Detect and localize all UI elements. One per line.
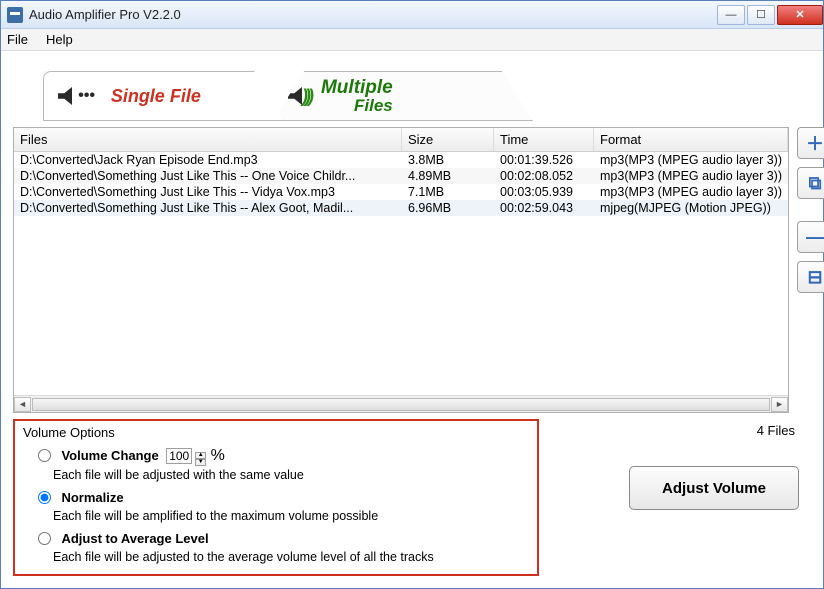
volume-change-label: Volume Change: [61, 448, 158, 463]
horizontal-scrollbar[interactable]: ◄ ►: [14, 395, 788, 412]
radio-average-level[interactable]: [38, 532, 51, 545]
speaker-icon: [288, 87, 302, 105]
cell-file: D:\Converted\Jack Ryan Episode End.mp3: [14, 153, 402, 167]
clear-list-button[interactable]: ⊟: [797, 261, 824, 293]
cell-size: 4.89MB: [402, 169, 494, 183]
remove-file-button[interactable]: —: [797, 221, 824, 253]
cell-file: D:\Converted\Something Just Like This --…: [14, 201, 402, 215]
adjust-volume-button[interactable]: Adjust Volume: [629, 466, 799, 510]
cell-size: 6.96MB: [402, 201, 494, 215]
table-row[interactable]: D:\Converted\Jack Ryan Episode End.mp33.…: [14, 152, 788, 168]
scroll-right-icon[interactable]: ►: [771, 397, 788, 412]
add-file-button[interactable]: ＋: [797, 127, 824, 159]
maximize-button[interactable]: ☐: [747, 5, 775, 25]
cell-time: 00:01:39.526: [494, 153, 594, 167]
file-list[interactable]: Files Size Time Format D:\Converted\Jack…: [13, 127, 789, 413]
volume-options-title: Volume Options: [23, 425, 529, 440]
waves-icon: ))): [302, 86, 311, 107]
cell-format: mp3(MP3 (MPEG audio layer 3)): [594, 185, 788, 199]
file-count-label: 4 Files: [757, 423, 795, 438]
table-row[interactable]: D:\Converted\Something Just Like This --…: [14, 184, 788, 200]
cell-time: 00:02:59.043: [494, 201, 594, 215]
cell-file: D:\Converted\Something Just Like This --…: [14, 185, 402, 199]
tab-single-file-label: Single File: [111, 86, 201, 107]
radio-normalize[interactable]: [38, 491, 51, 504]
titlebar[interactable]: Audio Amplifier Pro V2.2.0 — ☐ ✕: [1, 1, 823, 29]
average-level-label: Adjust to Average Level: [61, 531, 208, 546]
average-level-desc: Each file will be adjusted to the averag…: [53, 550, 529, 564]
minimize-button[interactable]: —: [717, 5, 745, 25]
tab-multiple-label-top: Multiple: [321, 78, 393, 97]
menubar: File Help: [1, 29, 823, 51]
normalize-label: Normalize: [61, 490, 123, 505]
speaker-icon: [58, 87, 72, 105]
radio-volume-change[interactable]: [38, 449, 51, 462]
header-format[interactable]: Format: [594, 128, 788, 151]
app-icon: [7, 7, 23, 23]
volume-change-suffix: %: [211, 447, 225, 464]
add-folder-button[interactable]: ⧉: [797, 167, 824, 199]
file-list-header: Files Size Time Format: [14, 128, 788, 152]
volume-change-value[interactable]: 100: [166, 448, 192, 464]
cell-format: mp3(MP3 (MPEG audio layer 3)): [594, 169, 788, 183]
tab-multiple-files[interactable]: ))) Multiple Files: [273, 71, 533, 121]
cell-format: mjpeg(MJPEG (Motion JPEG)): [594, 201, 788, 215]
volume-change-desc: Each file will be adjusted with the same…: [53, 468, 529, 482]
header-time[interactable]: Time: [494, 128, 594, 151]
cell-time: 00:03:05.939: [494, 185, 594, 199]
app-window: Audio Amplifier Pro V2.2.0 — ☐ ✕ File He…: [0, 0, 824, 589]
scrollbar-thumb[interactable]: [32, 398, 770, 411]
cell-file: D:\Converted\Something Just Like This --…: [14, 169, 402, 183]
volume-options-panel: Volume Options Volume Change 100▲▼ % Eac…: [13, 419, 539, 576]
mode-tabs: ••• Single File ))) Multiple Files: [13, 61, 811, 121]
close-button[interactable]: ✕: [777, 5, 823, 25]
scroll-left-icon[interactable]: ◄: [14, 397, 31, 412]
menu-help[interactable]: Help: [46, 32, 73, 47]
window-title: Audio Amplifier Pro V2.2.0: [29, 7, 181, 22]
cell-time: 00:02:08.052: [494, 169, 594, 183]
normalize-desc: Each file will be amplified to the maxim…: [53, 509, 529, 523]
spinner-up-icon[interactable]: ▲: [195, 452, 206, 459]
tab-multiple-label-bot: Files: [321, 97, 393, 114]
cell-size: 3.8MB: [402, 153, 494, 167]
cell-format: mp3(MP3 (MPEG audio layer 3)): [594, 153, 788, 167]
menu-file[interactable]: File: [7, 32, 28, 47]
spinner-down-icon[interactable]: ▼: [195, 459, 206, 466]
header-files[interactable]: Files: [14, 128, 402, 151]
cell-size: 7.1MB: [402, 185, 494, 199]
table-row[interactable]: D:\Converted\Something Just Like This --…: [14, 168, 788, 184]
table-row[interactable]: D:\Converted\Something Just Like This --…: [14, 200, 788, 216]
header-size[interactable]: Size: [402, 128, 494, 151]
dots-icon: •••: [78, 87, 95, 105]
tab-single-file[interactable]: ••• Single File: [43, 71, 283, 121]
